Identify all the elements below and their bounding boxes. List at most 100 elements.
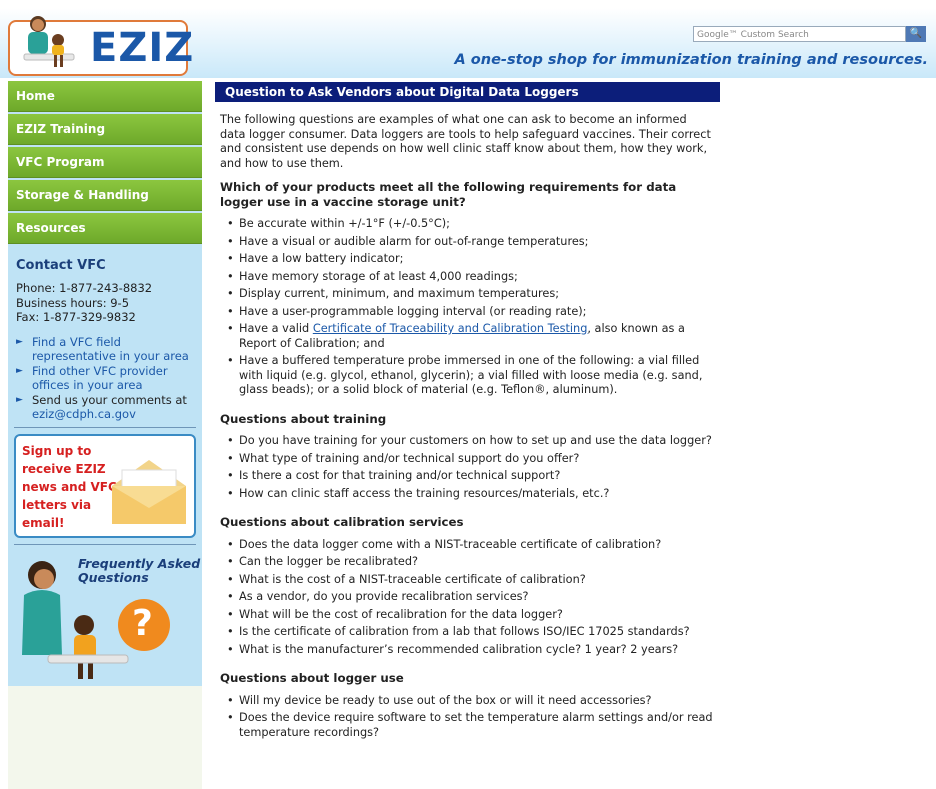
contact-phone: Phone: 1-877-243-8832 (16, 281, 153, 295)
list-item-text: Will my device be ready to use out of th… (239, 693, 652, 707)
list-item-text: What will be the cost of recalibration f… (239, 607, 563, 621)
search-input[interactable]: Google™ Custom Search (693, 26, 906, 42)
list-item: • What type of training and/or technical … (227, 452, 720, 467)
bullet-icon: • (227, 451, 234, 465)
list-item: • Have a user-programmable logging interv… (227, 305, 720, 320)
contact-info: Phone: 1-877-243-8832 Business hours: 9-… (16, 281, 202, 325)
list-item-text: Do you have training for your customers … (239, 434, 712, 447)
site-header: EZIZ Google™ Custom Search 🔍 A one-stop … (0, 8, 936, 78)
bullet-icon: • (227, 607, 234, 621)
list-item: ► Find other VFC provider offices in your… (16, 364, 202, 392)
list-item-text: Have memory storage of at least 4,000 re… (239, 269, 518, 283)
bullet-icon: • (227, 693, 234, 707)
list-item: • Is the certificate of calibration from … (227, 625, 720, 640)
certificate-traceability-link[interactable]: Certificate of Traceability and Calibrat… (313, 322, 588, 335)
list-item-text: Have a buffered temperature probe immers… (239, 354, 703, 396)
list-item-text: What is the manufacturer’s recommended c… (239, 642, 679, 656)
bullet-icon: • (227, 287, 234, 300)
email-signup-banner[interactable]: Sign up to receive EZIZ news and VFC let… (14, 433, 196, 538)
contact-hours: Business hours: 9-5 (16, 295, 130, 310)
page-title: Question to Ask Vendors about Digital Da… (215, 82, 720, 102)
search-button[interactable]: 🔍 (906, 26, 926, 42)
bullet-icon: • (227, 469, 234, 482)
list-item: • What will be the cost of recalibration … (227, 608, 720, 623)
bullet-icon: • (227, 537, 234, 551)
search-icon: 🔍 (909, 28, 923, 39)
list-item-text: Have a low battery indicator; (239, 252, 404, 265)
bullet-icon: • (227, 711, 234, 724)
list-item-text: How can clinic staff access the training… (239, 486, 610, 500)
list-item: • Can the logger be recalibrated? (227, 555, 720, 570)
send-comments-text: Send us your comments at (32, 392, 187, 407)
list-item-text: Is the certificate of calibration from a… (239, 625, 690, 638)
list-item-text: Have a user-programmable logging interva… (239, 304, 587, 318)
envelope-icon (112, 459, 186, 524)
list-item-text: Be accurate within +/-1°F (+/-0.5°C); (239, 217, 450, 230)
nav-storage-handling[interactable]: Storage & Handling (8, 180, 202, 211)
nav-eziz-training[interactable]: EZIZ Training (8, 114, 202, 145)
list-item: • Be accurate within +/-1°F (+/-0.5°C); (227, 217, 720, 232)
list-item: ► Send us your comments at eziz@cdph.ca.g… (16, 393, 202, 421)
faq-banner[interactable]: ? Frequently Asked Questions (8, 551, 202, 686)
contact-vfc-heading: Contact VFC (16, 258, 106, 273)
list-item: • What is the cost of a NIST-traceable ce… (227, 573, 720, 588)
section-heading-calibration: Questions about calibration services (220, 515, 464, 529)
list-item: • Have a low battery indicator; (227, 252, 720, 267)
left-sidebar: Home EZIZ Training VFC Program Storage &… (8, 81, 202, 789)
logger-use-list: • Will my device be ready to use out of t… (215, 694, 720, 741)
nav-home[interactable]: Home (8, 81, 202, 112)
bullet-icon: • (227, 217, 234, 230)
section-heading-requirements: Which of your products meet all the foll… (220, 180, 677, 209)
sidebar-divider (14, 426, 196, 428)
list-item-text: As a vendor, do you provide recalibratio… (239, 590, 529, 603)
sidebar-divider (14, 543, 196, 545)
list-item: • Display current, minimum, and maximum t… (227, 287, 720, 302)
requirements-list: • Be accurate within +/-1°F (+/-0.5°C); •… (215, 217, 720, 398)
email-link[interactable]: eziz@cdph.ca.gov (32, 407, 136, 421)
training-list: • Do you have training for your customers… (215, 434, 720, 501)
question-mark-icon: ? (132, 602, 153, 644)
intro-paragraph: The following questions are examples of … (220, 113, 711, 170)
logo-nurse-child-illustration (23, 16, 75, 67)
list-item: • What is the manufacturer’s recommended … (227, 643, 720, 658)
bullet-icon: • (227, 354, 234, 367)
contact-links: ► Find a VFC field representative in your… (8, 335, 202, 421)
signup-text: Sign up to receive EZIZ news and VFC let… (22, 443, 117, 530)
eziz-logo[interactable]: EZIZ (8, 16, 193, 76)
list-item: • Will my device be ready to use out of t… (227, 694, 720, 709)
list-item-text: What type of training and/or technical s… (239, 451, 580, 465)
list-item: • Have memory storage of at least 4,000 r… (227, 270, 720, 285)
bullet-icon: • (227, 434, 234, 447)
list-item: • Does the device require software to set… (227, 711, 720, 740)
arrow-right-icon: ► (16, 336, 23, 347)
bullet-icon: • (227, 486, 234, 500)
list-item-text: Can the logger be recalibrated? (239, 555, 419, 568)
list-item-text: Display current, minimum, and maximum te… (239, 287, 560, 300)
bullet-icon: • (227, 322, 234, 335)
site-tagline: A one-stop shop for immunization trainin… (454, 52, 928, 68)
calibration-list: • Does the data logger come with a NIST-t… (215, 538, 720, 658)
bullet-icon: • (227, 555, 234, 568)
list-item: • Have a buffered temperature probe immer… (227, 354, 720, 398)
nav-vfc-program[interactable]: VFC Program (8, 147, 202, 178)
find-field-rep-link[interactable]: Find a VFC field representative in your … (32, 335, 189, 363)
bullet-icon: • (227, 234, 234, 248)
list-item-text: What is the cost of a NIST-traceable cer… (239, 572, 586, 586)
faq-title: Frequently Asked Questions (78, 555, 201, 585)
bullet-icon: • (227, 572, 234, 586)
list-item: • As a vendor, do you provide recalibrati… (227, 590, 720, 605)
list-item-text: Is there a cost for that training and/or… (239, 469, 561, 482)
nav-resources[interactable]: Resources (8, 213, 202, 244)
logo-text: EZIZ (90, 25, 195, 71)
bullet-icon: • (227, 252, 234, 265)
list-item: • Is there a cost for that training and/o… (227, 469, 720, 484)
list-item: • How can clinic staff access the trainin… (227, 487, 720, 502)
find-provider-offices-link[interactable]: Find other VFC provider offices in your … (32, 364, 168, 392)
list-item-text: Does the data logger come with a NIST-tr… (239, 537, 662, 551)
sidebar-footer-area (8, 686, 202, 789)
main-content: Question to Ask Vendors about Digital Da… (215, 82, 720, 743)
section-heading-logger-use: Questions about logger use (220, 671, 404, 685)
list-item: • Have a valid Certificate of Traceabilit… (227, 322, 720, 351)
bullet-icon: • (227, 269, 234, 283)
bullet-icon: • (227, 304, 234, 318)
